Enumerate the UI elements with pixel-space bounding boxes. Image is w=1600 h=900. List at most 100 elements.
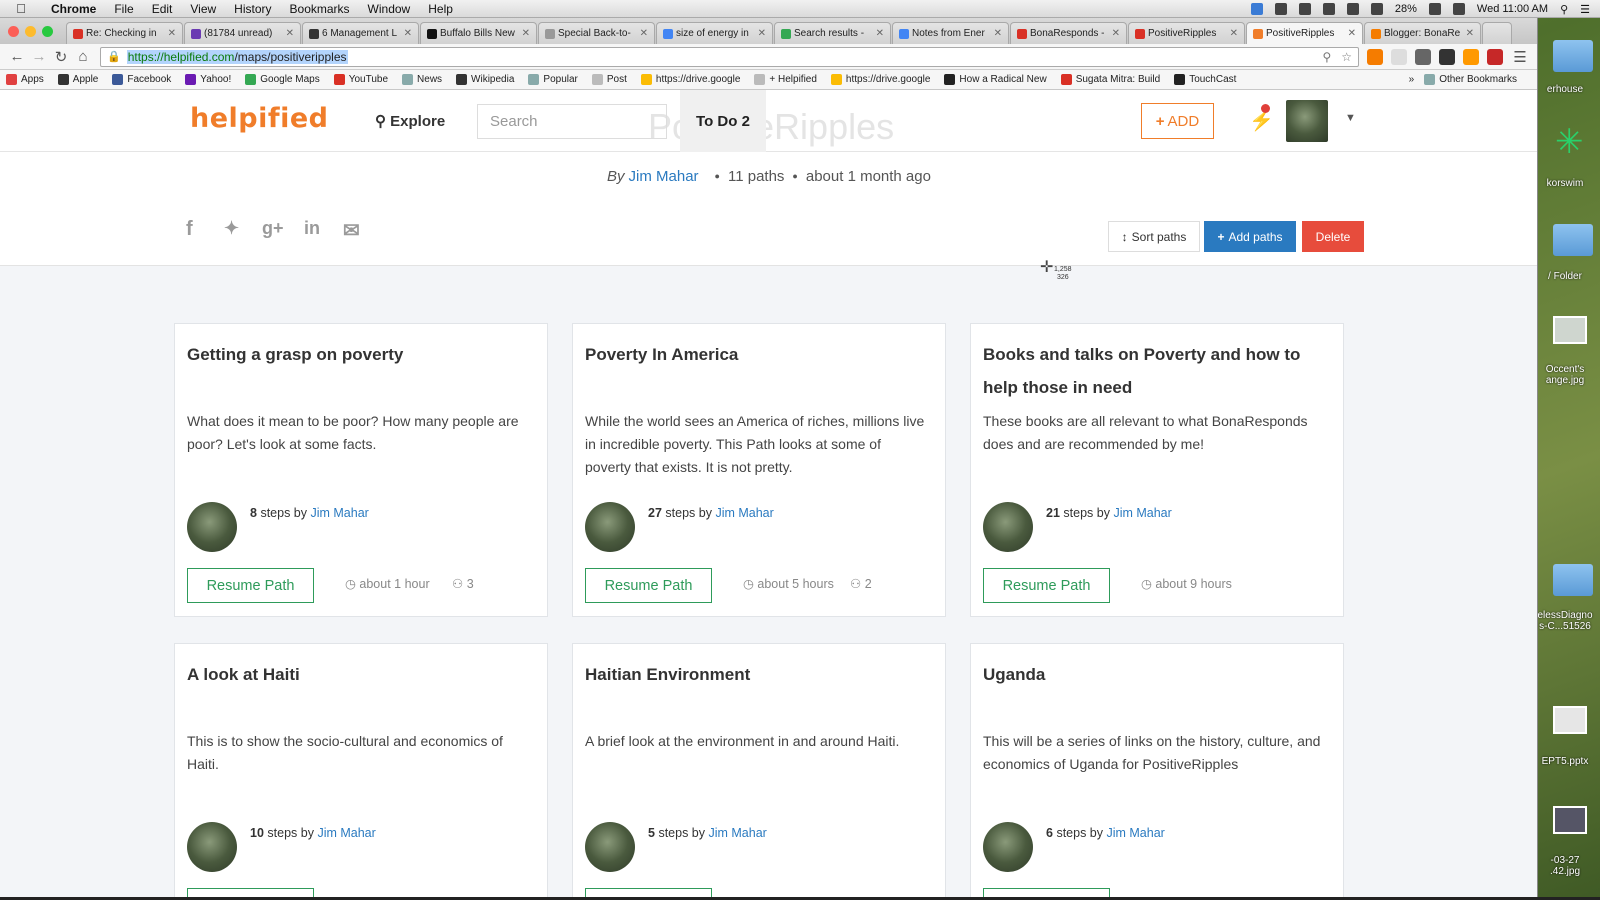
browser-tab[interactable]: 6 Management L ✕: [302, 22, 419, 44]
bookmark-item[interactable]: https://drive.google: [640, 74, 740, 85]
search-input[interactable]: Search: [477, 104, 667, 139]
image-file-icon[interactable]: [1553, 806, 1587, 834]
extension-icon[interactable]: [1391, 48, 1407, 65]
folder-icon[interactable]: [1553, 224, 1593, 256]
path-card[interactable]: Books and talks on Poverty and how to he…: [970, 323, 1344, 617]
forward-icon[interactable]: →: [28, 48, 50, 65]
new-tab-button[interactable]: [1482, 22, 1512, 44]
email-icon[interactable]: ✉: [343, 218, 360, 243]
bookmark-item[interactable]: + Helpified: [754, 74, 817, 85]
menu-view[interactable]: View: [181, 2, 225, 16]
menu-file[interactable]: File: [105, 2, 142, 16]
bookmark-item[interactable]: https://drive.google: [830, 74, 930, 85]
browser-tab[interactable]: Buffalo Bills New ✕: [420, 22, 537, 44]
drive-icon[interactable]: [1274, 3, 1287, 15]
browser-tab[interactable]: Re: Checking in ✕: [66, 22, 183, 44]
path-card[interactable]: Uganda This will be a series of links on …: [970, 643, 1344, 900]
bluetooth-icon[interactable]: [1370, 3, 1383, 15]
folder-icon[interactable]: [1553, 40, 1593, 72]
close-tab-icon[interactable]: ✕: [404, 28, 412, 39]
bookmark-item[interactable]: Google Maps: [245, 74, 320, 85]
close-tab-icon[interactable]: ✕: [876, 28, 884, 39]
browser-tab[interactable]: Search results - ✕: [774, 22, 891, 44]
path-title[interactable]: Getting a grasp on poverty: [187, 338, 527, 371]
close-tab-icon[interactable]: ✕: [1348, 28, 1356, 39]
zoom-icon[interactable]: ⚲: [1322, 50, 1331, 64]
add-paths-button[interactable]: + Add paths: [1204, 221, 1296, 252]
browser-tab[interactable]: PositiveRipples ✕: [1246, 22, 1363, 44]
bookmark-item[interactable]: Wikipedia: [456, 74, 514, 85]
author-avatar[interactable]: [983, 822, 1033, 872]
path-title[interactable]: Poverty In America: [585, 338, 925, 371]
blogger-extension-icon[interactable]: [1367, 48, 1383, 65]
bookmark-item[interactable]: News: [402, 74, 442, 85]
url-text[interactable]: https://helpified.com/maps/positiverippl…: [126, 49, 348, 64]
author-avatar[interactable]: [187, 822, 237, 872]
browser-tab[interactable]: (81784 unread) ✕: [184, 22, 301, 44]
notification-center-icon[interactable]: ☰: [1580, 3, 1590, 16]
amazon-extension-icon[interactable]: [1463, 48, 1479, 65]
menu-app-name[interactable]: Chrome: [42, 2, 105, 16]
resume-path-button[interactable]: Resume Path: [983, 568, 1110, 603]
add-button[interactable]: + ADD: [1141, 103, 1214, 139]
pptx-file-icon[interactable]: [1553, 706, 1587, 734]
linkedin-icon[interactable]: in: [304, 218, 320, 239]
path-title[interactable]: Haitian Environment: [585, 658, 925, 691]
author-link[interactable]: Jim Mahar: [1113, 506, 1171, 520]
time-machine-icon[interactable]: [1346, 3, 1359, 15]
path-card[interactable]: Getting a grasp on poverty What does it m…: [174, 323, 548, 617]
menu-window[interactable]: Window: [359, 2, 420, 16]
close-tab-icon[interactable]: ✕: [522, 28, 530, 39]
browser-tab[interactable]: Notes from Ener ✕: [892, 22, 1009, 44]
address-bar[interactable]: 🔒 https://helpified.com/maps/positiverip…: [100, 46, 1359, 67]
menubar-clock[interactable]: Wed 11:00 AM: [1477, 3, 1548, 15]
author-avatar[interactable]: [585, 502, 635, 552]
path-card[interactable]: Haitian Environment A brief look at the e…: [572, 643, 946, 900]
reload-icon[interactable]: ↻: [50, 48, 72, 66]
bookmark-item[interactable]: Facebook: [112, 74, 171, 85]
path-title[interactable]: A look at Haiti: [187, 658, 527, 691]
bookmark-item[interactable]: Sugata Mitra: Build: [1060, 74, 1160, 85]
helpified-logo[interactable]: helpified: [190, 103, 329, 134]
bookmark-item[interactable]: How a Radical New: [944, 74, 1047, 85]
close-tab-icon[interactable]: ✕: [994, 28, 1002, 39]
app-icon[interactable]: ✳: [1555, 122, 1584, 162]
minimize-window-icon[interactable]: [25, 26, 36, 37]
menu-help[interactable]: Help: [419, 2, 462, 16]
close-tab-icon[interactable]: ✕: [1230, 28, 1238, 39]
twitter-icon[interactable]: ✦: [224, 218, 239, 239]
author-link[interactable]: Jim Mahar: [317, 826, 375, 840]
path-title[interactable]: Books and talks on Poverty and how to he…: [983, 338, 1323, 404]
sort-paths-button[interactable]: ↕ Sort paths: [1108, 221, 1200, 252]
menu-history[interactable]: History: [225, 2, 280, 16]
browser-tab[interactable]: size of energy in ✕: [656, 22, 773, 44]
author-link[interactable]: Jim Mahar: [708, 826, 766, 840]
zoom-window-icon[interactable]: [42, 26, 53, 37]
delete-button[interactable]: Delete: [1302, 221, 1364, 252]
author-avatar[interactable]: [585, 822, 635, 872]
wifi-icon[interactable]: [1428, 3, 1441, 15]
home-icon[interactable]: ⌂: [72, 48, 94, 65]
bookmark-item[interactable]: YouTube: [333, 74, 388, 85]
battery-percent[interactable]: 28%: [1395, 3, 1417, 15]
menu-edit[interactable]: Edit: [143, 2, 182, 16]
close-tab-icon[interactable]: ✕: [1112, 28, 1120, 39]
bookmark-star-icon[interactable]: ☆: [1341, 50, 1352, 64]
close-window-icon[interactable]: [8, 26, 19, 37]
other-bookmarks[interactable]: Other Bookmarks: [1424, 74, 1517, 85]
bookmark-item[interactable]: Apps: [6, 74, 44, 85]
todo-tab[interactable]: To Do 2: [680, 90, 766, 152]
path-card[interactable]: A look at Haiti This is to show the socio…: [174, 643, 548, 900]
back-icon[interactable]: ←: [6, 48, 28, 65]
close-tab-icon[interactable]: ✕: [286, 28, 294, 39]
extension-icon[interactable]: [1487, 48, 1503, 65]
bookmark-item[interactable]: Apple: [57, 74, 98, 85]
extension-icon[interactable]: [1415, 48, 1431, 65]
menu-bookmarks[interactable]: Bookmarks: [281, 2, 359, 16]
browser-tab[interactable]: Blogger: BonaRe ✕: [1364, 22, 1481, 44]
browser-tab[interactable]: PositiveRipples ✕: [1128, 22, 1245, 44]
bookmark-item[interactable]: Popular: [528, 74, 578, 85]
notification-icon[interactable]: [1298, 3, 1311, 15]
bookmarks-overflow-icon[interactable]: »: [1409, 74, 1415, 85]
author-link[interactable]: Jim Mahar: [310, 506, 368, 520]
